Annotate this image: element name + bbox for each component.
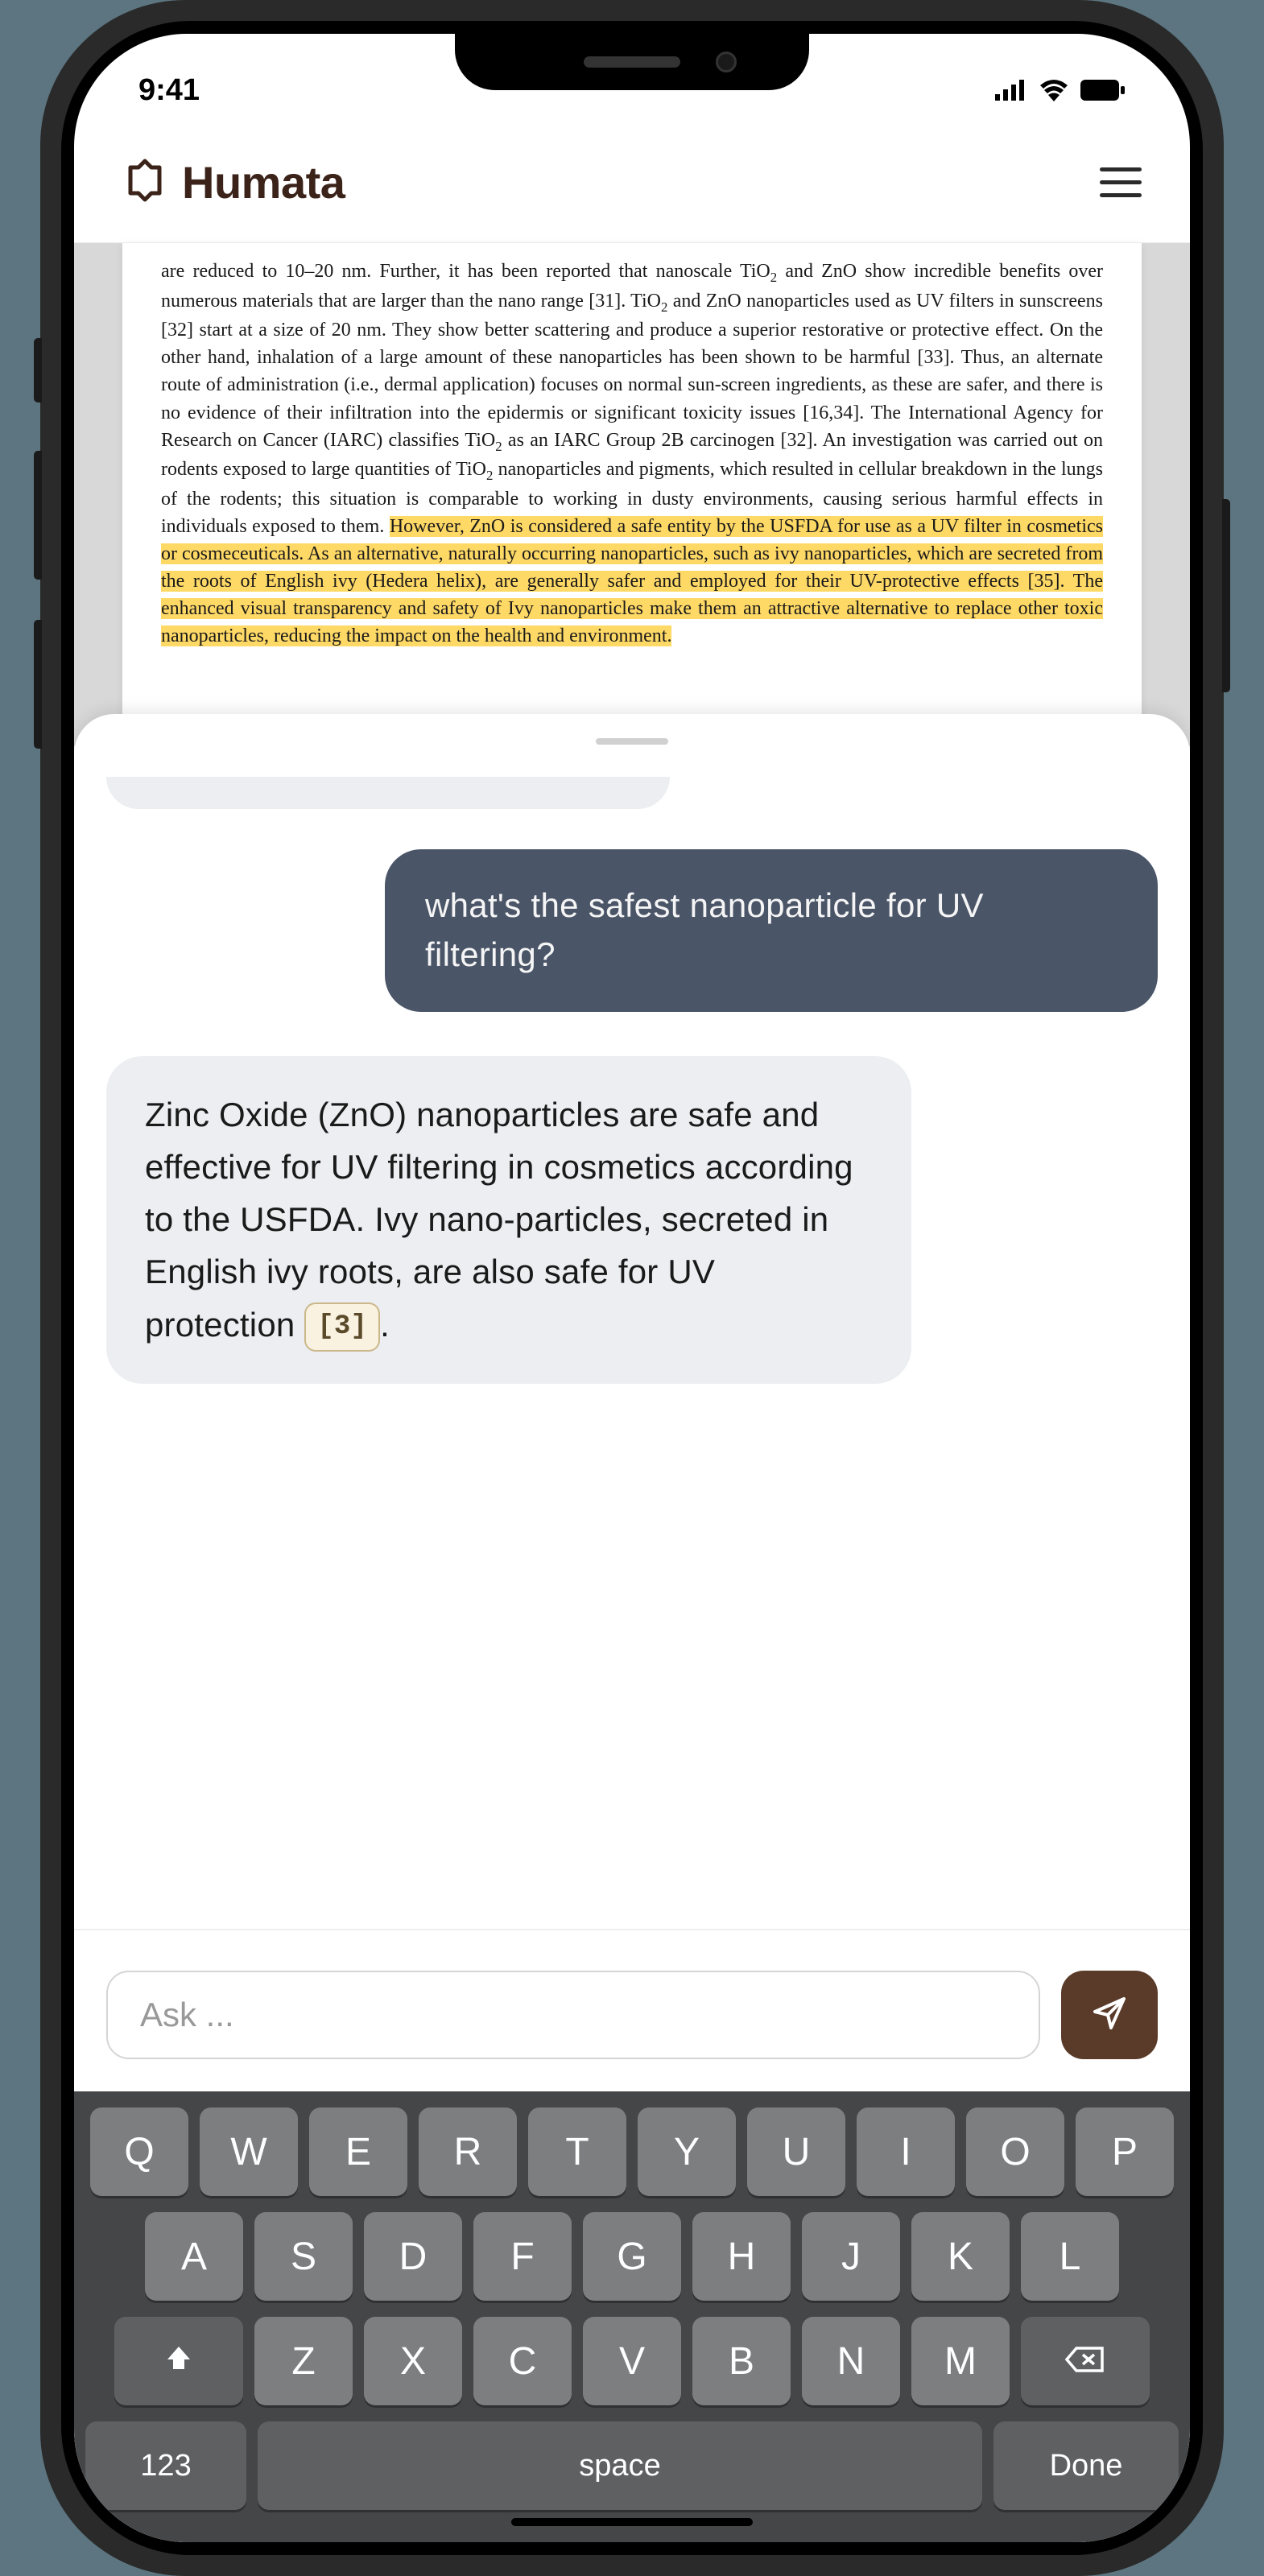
volume-down bbox=[34, 620, 42, 749]
sheet-handle[interactable] bbox=[596, 738, 668, 745]
key-e[interactable]: E bbox=[309, 2107, 407, 2196]
document-page: are reduced to 10–20 nm. Further, it has… bbox=[122, 243, 1142, 714]
menu-icon[interactable] bbox=[1100, 167, 1142, 197]
key-b[interactable]: B bbox=[692, 2317, 791, 2405]
home-indicator[interactable] bbox=[511, 2518, 753, 2526]
key-h[interactable]: H bbox=[692, 2212, 791, 2301]
front-camera bbox=[716, 52, 737, 72]
input-row: Ask ... bbox=[74, 1929, 1190, 2091]
key-q[interactable]: Q bbox=[90, 2107, 188, 2196]
user-message: what's the safest nanoparticle for UV fi… bbox=[385, 849, 1158, 1012]
key-f[interactable]: F bbox=[473, 2212, 572, 2301]
send-icon bbox=[1090, 1994, 1129, 2037]
notch bbox=[455, 34, 809, 90]
chat-panel: what's the safest nanoparticle for UV fi… bbox=[74, 714, 1190, 2542]
key-z[interactable]: Z bbox=[254, 2317, 353, 2405]
numbers-key[interactable]: 123 bbox=[85, 2421, 246, 2510]
key-n[interactable]: N bbox=[802, 2317, 900, 2405]
key-u[interactable]: U bbox=[747, 2107, 845, 2196]
key-v[interactable]: V bbox=[583, 2317, 681, 2405]
key-m[interactable]: M bbox=[911, 2317, 1010, 2405]
key-s[interactable]: S bbox=[254, 2212, 353, 2301]
citation-chip[interactable]: [3] bbox=[304, 1302, 380, 1352]
assistant-message: Zinc Oxide (ZnO) nanoparticles are safe … bbox=[106, 1056, 911, 1384]
key-j[interactable]: J bbox=[802, 2212, 900, 2301]
space-key[interactable]: space bbox=[258, 2421, 982, 2510]
key-d[interactable]: D bbox=[364, 2212, 462, 2301]
key-t[interactable]: T bbox=[528, 2107, 626, 2196]
power-button bbox=[1222, 499, 1230, 692]
ask-input[interactable]: Ask ... bbox=[106, 1971, 1040, 2059]
key-l[interactable]: L bbox=[1021, 2212, 1119, 2301]
key-k[interactable]: K bbox=[911, 2212, 1010, 2301]
keyboard: QWERTYUIOP ASDFGHJKL ZXCVBNM bbox=[74, 2091, 1190, 2542]
shift-key[interactable] bbox=[114, 2317, 243, 2405]
key-p[interactable]: P bbox=[1076, 2107, 1174, 2196]
brand-name: Humata bbox=[182, 156, 345, 208]
send-button[interactable] bbox=[1061, 1971, 1158, 2059]
cellular-icon bbox=[995, 80, 1027, 101]
volume-up bbox=[34, 451, 42, 580]
key-r[interactable]: R bbox=[419, 2107, 517, 2196]
silent-switch bbox=[34, 338, 42, 402]
battery-icon bbox=[1080, 80, 1126, 101]
key-w[interactable]: W bbox=[200, 2107, 298, 2196]
brand-logo-icon bbox=[122, 158, 167, 207]
backspace-icon bbox=[1065, 2339, 1105, 2384]
speaker-grille bbox=[584, 56, 680, 68]
key-a[interactable]: A bbox=[145, 2212, 243, 2301]
previous-message-edge bbox=[106, 777, 670, 809]
key-x[interactable]: X bbox=[364, 2317, 462, 2405]
key-o[interactable]: O bbox=[966, 2107, 1064, 2196]
brand[interactable]: Humata bbox=[122, 156, 345, 208]
key-c[interactable]: C bbox=[473, 2317, 572, 2405]
status-time: 9:41 bbox=[138, 73, 200, 108]
wifi-icon bbox=[1039, 79, 1069, 101]
done-key[interactable]: Done bbox=[993, 2421, 1179, 2510]
document-viewer[interactable]: are reduced to 10–20 nm. Further, it has… bbox=[74, 243, 1190, 746]
phone-frame: 9:41 Hum bbox=[40, 0, 1224, 2576]
key-y[interactable]: Y bbox=[638, 2107, 736, 2196]
key-g[interactable]: G bbox=[583, 2212, 681, 2301]
key-i[interactable]: I bbox=[857, 2107, 955, 2196]
backspace-key[interactable] bbox=[1021, 2317, 1150, 2405]
app-header: Humata bbox=[74, 122, 1190, 243]
shift-icon bbox=[163, 2339, 195, 2384]
